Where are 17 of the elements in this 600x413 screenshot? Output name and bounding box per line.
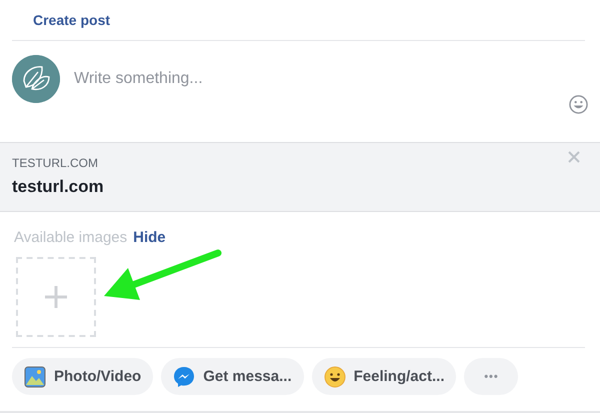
link-domain: TESTURL.COM — [12, 155, 98, 171]
photo-icon — [24, 366, 46, 388]
close-icon[interactable] — [568, 151, 580, 163]
action-button[interactable]: Feeling/act... — [312, 358, 456, 395]
smiley-icon — [324, 366, 346, 388]
avatar-icon — [12, 55, 60, 103]
plus-icon — [44, 285, 68, 309]
action-button[interactable]: Photo/Video — [12, 358, 154, 395]
dialog-title: Create post — [33, 12, 110, 28]
images-label: Available images — [14, 229, 128, 246]
smiley-icon[interactable] — [569, 95, 588, 114]
hide-link[interactable]: Hide — [133, 229, 166, 246]
link-title: testurl.com — [12, 177, 104, 197]
add-image-button[interactable] — [16, 257, 96, 337]
action-button[interactable]: Get messa... — [161, 358, 304, 395]
post-text-field[interactable]: Write something... — [74, 67, 474, 91]
messenger-icon — [173, 366, 196, 388]
